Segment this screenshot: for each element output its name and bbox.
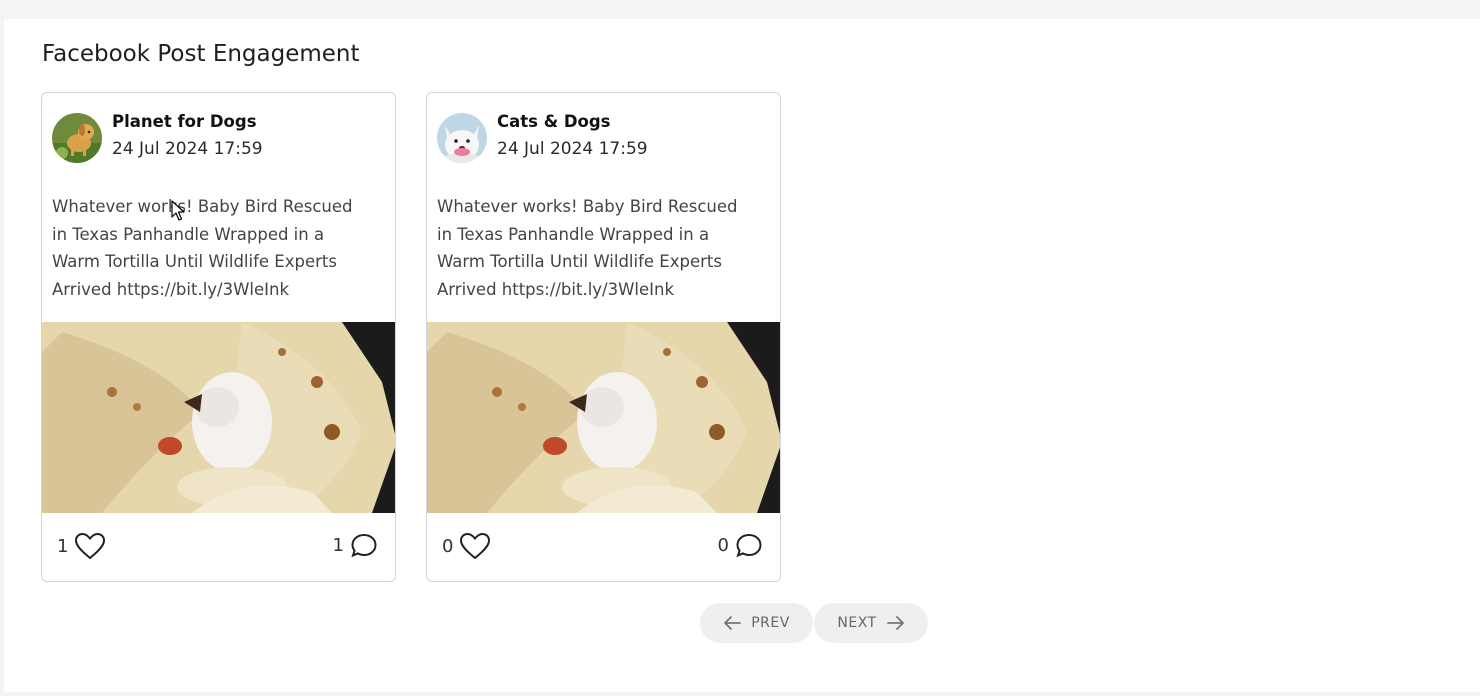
comment-icon (351, 533, 377, 558)
dog-avatar-icon (52, 113, 102, 163)
like-count[interactable]: 0 (442, 532, 491, 560)
comment-count-value: 0 (717, 534, 729, 556)
heart-icon (460, 532, 491, 560)
post-text: Whatever works! Baby Bird Rescued in Tex… (437, 197, 738, 299)
comment-count[interactable]: 1 (333, 532, 378, 558)
post-date: 24 Jul 2024 17:59 (497, 139, 648, 159)
arrow-left-icon (724, 616, 742, 630)
post-author[interactable]: Cats & Dogs (497, 112, 611, 131)
heart-icon (75, 532, 106, 560)
post-card: Cats & Dogs 24 Jul 2024 17:59 Whatever w… (426, 92, 781, 582)
engagement-panel: Facebook Post Engagement Planet for Dogs… (4, 19, 1480, 692)
comment-count-value: 1 (332, 534, 344, 556)
panel-title: Facebook Post Engagement (42, 41, 360, 67)
post-card: Planet for Dogs 24 Jul 2024 17:59 Whatev… (41, 92, 396, 582)
prev-label: PREV (751, 615, 790, 631)
arrow-right-icon (886, 616, 904, 630)
like-count-value: 1 (57, 535, 69, 557)
prev-button[interactable]: PREV (700, 603, 813, 643)
like-count-value: 0 (442, 535, 454, 557)
comment-icon (736, 533, 762, 558)
comment-count[interactable]: 0 (718, 532, 763, 558)
post-date: 24 Jul 2024 17:59 (112, 139, 263, 159)
next-label: NEXT (837, 615, 877, 631)
next-button[interactable]: NEXT (814, 603, 928, 643)
white-dog-avatar-icon (437, 113, 487, 163)
post-text: Whatever works! Baby Bird Rescued in Tex… (52, 197, 353, 299)
post-author[interactable]: Planet for Dogs (112, 112, 257, 131)
post-image[interactable] (427, 322, 780, 513)
like-count[interactable]: 1 (57, 532, 106, 560)
post-image[interactable] (42, 322, 395, 513)
